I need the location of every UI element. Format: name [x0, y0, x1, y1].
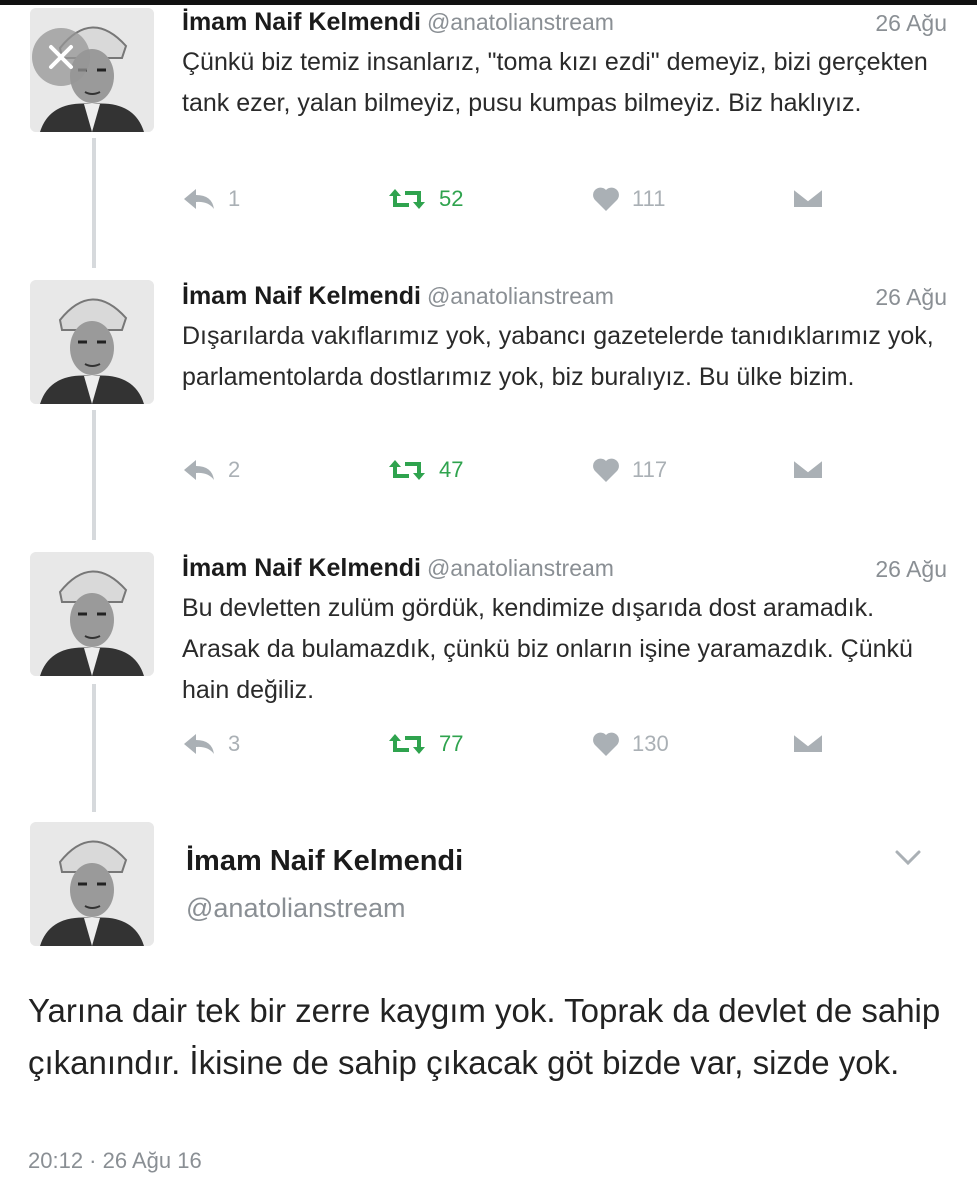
tweet-actions: 2 47 117: [182, 457, 842, 497]
retweet-button[interactable]: 52: [387, 186, 463, 212]
message-icon: [793, 459, 823, 478]
retweet-count: 52: [439, 186, 464, 211]
tweet-header: İmam Naif Kelmendi @anatolianstream: [182, 282, 614, 311]
author-handle[interactable]: @anatolianstream: [186, 893, 406, 924]
reply-icon: [184, 189, 214, 209]
like-count: 111: [632, 186, 666, 211]
author-handle[interactable]: @anatolianstream: [427, 555, 614, 581]
dm-button[interactable]: [792, 186, 824, 210]
reply-button[interactable]: 3: [182, 731, 240, 757]
retweet-icon: [389, 189, 425, 209]
avatar[interactable]: [30, 280, 154, 404]
top-border: [0, 0, 977, 5]
reply-button[interactable]: 1: [182, 186, 240, 212]
tweet-date[interactable]: 26 Ağu: [875, 284, 947, 311]
like-button[interactable]: 130: [592, 731, 669, 757]
tweet-header: İmam Naif Kelmendi @anatolianstream: [182, 8, 614, 37]
like-button[interactable]: 111: [592, 186, 665, 212]
tweet-date[interactable]: 26 Ağu: [875, 556, 947, 583]
reply-icon: [184, 734, 214, 754]
retweet-count: 77: [439, 731, 464, 756]
retweet-icon: [389, 734, 425, 754]
like-button[interactable]: 117: [592, 457, 667, 483]
author-handle[interactable]: @anatolianstream: [427, 283, 614, 309]
message-icon: [793, 733, 823, 752]
author-handle[interactable]: @anatolianstream: [427, 9, 614, 35]
reply-count: 2: [228, 457, 241, 482]
heart-icon: [593, 187, 619, 211]
dm-button[interactable]: [792, 731, 824, 755]
retweet-button[interactable]: 77: [387, 731, 463, 757]
author-name[interactable]: İmam Naif Kelmendi: [182, 282, 421, 310]
tweet-text: Bu devletten zulüm gördük, kendimize dış…: [182, 594, 913, 704]
tweet-date[interactable]: 26 Ağu: [875, 10, 947, 37]
close-icon[interactable]: [32, 28, 90, 86]
tweet-actions: 3 77 130: [182, 731, 842, 771]
tweet-text: Çünkü biz temiz insanlarız, "toma kızı e…: [182, 48, 928, 117]
thread-line: [92, 138, 96, 268]
tweet-text: Dışarılarda vakıflarımız yok, yabancı ga…: [182, 322, 934, 391]
heart-icon: [593, 732, 619, 756]
tweet-timestamp[interactable]: 20:12 · 26 Ağu 16: [28, 1148, 202, 1174]
retweet-count: 47: [439, 457, 464, 482]
dm-button[interactable]: [792, 457, 824, 481]
thread-line: [92, 410, 96, 540]
reply-count: 3: [228, 731, 241, 756]
heart-icon: [593, 458, 619, 482]
author-name[interactable]: İmam Naif Kelmendi: [182, 554, 421, 582]
like-count: 130: [632, 731, 669, 756]
avatar[interactable]: [30, 822, 154, 946]
avatar[interactable]: [30, 552, 154, 676]
tweet-header: İmam Naif Kelmendi @anatolianstream: [182, 554, 614, 583]
tweet-actions: 1 52 111: [182, 186, 842, 226]
author-name[interactable]: İmam Naif Kelmendi: [186, 845, 463, 878]
reply-count: 1: [228, 186, 241, 211]
main-tweet-text: Yarına dair tek bir zerre kaygım yok. To…: [28, 992, 941, 1081]
like-count: 117: [632, 457, 668, 482]
retweet-button[interactable]: 47: [387, 457, 463, 483]
message-icon: [793, 188, 823, 207]
reply-button[interactable]: 2: [182, 457, 240, 483]
thread-line: [92, 684, 96, 812]
retweet-icon: [389, 460, 425, 480]
chevron-down-icon[interactable]: [893, 848, 923, 873]
author-name[interactable]: İmam Naif Kelmendi: [182, 8, 421, 36]
reply-icon: [184, 460, 214, 480]
